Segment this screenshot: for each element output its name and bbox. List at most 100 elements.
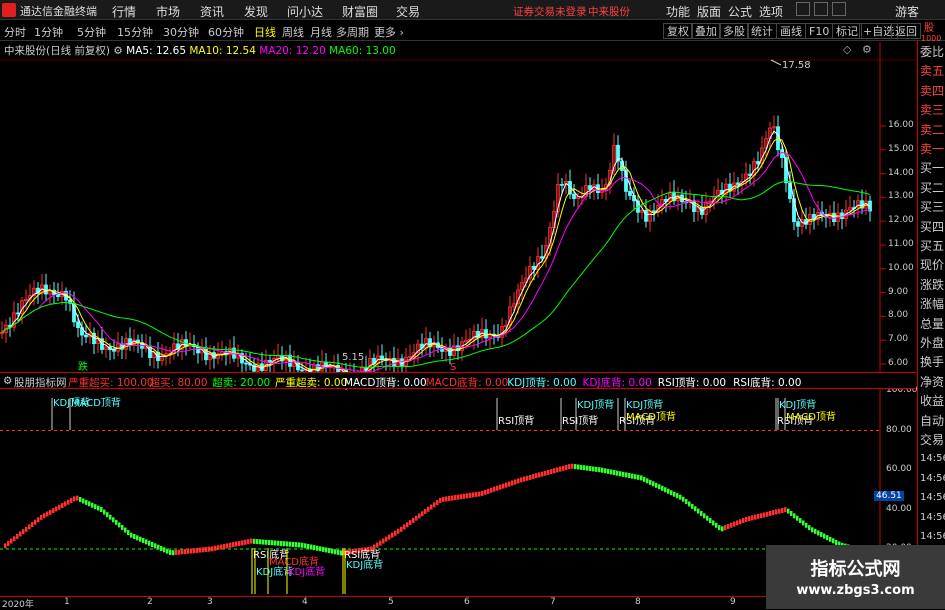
oscillator-bar xyxy=(403,524,406,530)
sidebar-item[interactable]: 买一 xyxy=(920,161,944,175)
oscillator-bar xyxy=(829,536,832,542)
oscillator-bar xyxy=(220,544,223,550)
sidebar-item[interactable]: 净资 xyxy=(920,375,944,389)
oscillator-bar xyxy=(55,506,58,512)
oscillator-bar xyxy=(31,522,34,528)
candle xyxy=(300,369,304,372)
sidebar-item[interactable]: 换手 xyxy=(920,355,944,369)
oscillator-bar xyxy=(586,465,589,471)
chart-canvas[interactable]: 17.585.15跌 SKDJ顶背MACD顶背RSI顶背 RSI顶背KDJ顶背RSI… xyxy=(0,0,916,596)
oscillator-bar xyxy=(652,481,655,487)
oscillator-bar xyxy=(790,510,793,516)
oscillator-bar xyxy=(427,506,430,512)
oscillator-bar xyxy=(580,464,583,470)
oscillator-bar xyxy=(160,546,163,552)
top-signal-label: RSI顶背 xyxy=(562,414,598,427)
oscillator-bar xyxy=(793,513,796,519)
oscillator-bar xyxy=(7,540,10,546)
sidebar-item[interactable]: 卖四 xyxy=(920,84,944,98)
top-signal-label: KDJ顶背 xyxy=(626,398,663,411)
sidebar-item[interactable]: 买二 xyxy=(920,181,944,195)
oscillator-bar xyxy=(379,540,382,546)
oscillator-bar xyxy=(817,530,820,536)
top-signal-label: MACD顶背 xyxy=(626,410,676,423)
oscillator-bar xyxy=(250,538,253,544)
oscillator-bar xyxy=(688,501,691,507)
sidebar-item[interactable]: 卖五 xyxy=(920,64,944,78)
candle xyxy=(736,182,740,185)
oscillator-bar xyxy=(583,465,586,471)
oscillator-bar xyxy=(97,505,100,511)
oscillator-bar xyxy=(259,539,262,545)
sidebar-item[interactable]: 买三 xyxy=(920,200,944,214)
oscillator-bar xyxy=(292,541,295,547)
sidebar-item[interactable]: 现价 xyxy=(920,258,944,272)
oscillator-bar xyxy=(775,509,778,515)
sidebar-item[interactable]: 卖一 xyxy=(920,142,944,156)
oscillator-bar xyxy=(103,509,106,515)
oscillator-bar xyxy=(475,491,478,497)
price-tick: 8.00 xyxy=(888,310,909,321)
watermark-title: 指标公式网 xyxy=(810,559,901,580)
sidebar-item[interactable]: 14:56 xyxy=(920,530,945,544)
sidebar-item[interactable]: 涨跌 xyxy=(920,278,944,292)
oscillator-bar xyxy=(331,548,334,554)
sidebar-item[interactable]: 买四 xyxy=(920,220,944,234)
oscillator-bar xyxy=(439,497,442,503)
oscillator-bar xyxy=(100,507,103,512)
oscillator-bar xyxy=(61,503,64,509)
sidebar-item[interactable]: 卖三 xyxy=(920,103,944,117)
indicator-label: 超卖: 20.00 xyxy=(212,377,271,389)
sidebar-item[interactable]: 总量 xyxy=(920,317,944,331)
oscillator-bar xyxy=(214,545,217,551)
oscillator-bar xyxy=(64,501,67,507)
sidebar-item[interactable]: 14:56 xyxy=(920,472,945,486)
indicator-bar: ⚙ 股朋指标网 严重超买: 100.00 超买: 80.00 超卖: 20.00 严重… xyxy=(0,372,916,389)
sidebar-item[interactable]: 委比 xyxy=(920,45,944,59)
oscillator-bar xyxy=(769,510,772,516)
oscillator-bar xyxy=(166,548,169,554)
oscillator-bar xyxy=(772,510,775,516)
sidebar-item[interactable]: 卖二 xyxy=(920,123,944,137)
oscillator-bar xyxy=(646,478,649,484)
oscillator-bar xyxy=(139,536,142,542)
oscillator-bar xyxy=(424,508,427,514)
sidebar-item[interactable]: 交易 xyxy=(920,433,944,447)
oscillator-bar xyxy=(727,523,730,529)
indicator-label: 严重超买: 100.00 xyxy=(68,377,154,389)
indicator-name[interactable]: 股朋指标网 xyxy=(14,375,67,390)
indicator-gear-icon[interactable]: ⚙ xyxy=(3,375,12,387)
sidebar-item[interactable]: 14:56 xyxy=(920,491,945,505)
sidebar-item[interactable]: 外盘 xyxy=(920,336,944,350)
sidebar-item[interactable]: 收益 xyxy=(920,394,944,408)
oscillator-bar xyxy=(34,519,37,525)
oscillator-bar xyxy=(460,494,463,500)
indicator-label: MACD底背: 0.00 xyxy=(425,377,509,389)
oscillator-bar xyxy=(136,535,139,541)
oscillator-bar xyxy=(298,542,301,548)
oscillator-bar xyxy=(445,496,448,502)
oscillator-bar xyxy=(799,518,802,524)
oscillator-bar xyxy=(316,545,319,551)
sidebar-item[interactable]: 自动 xyxy=(920,414,944,428)
sidebar-item[interactable]: 14:56 xyxy=(920,511,945,525)
oscillator-bar xyxy=(826,535,829,541)
oscillator-bar xyxy=(832,538,835,544)
sidebar-item[interactable]: 买五 xyxy=(920,239,944,253)
oscillator-bar xyxy=(724,525,727,531)
oscillator-bar xyxy=(811,527,814,533)
sidebar-item[interactable]: 14:56 xyxy=(920,452,945,466)
oscillator-bar xyxy=(4,543,7,549)
oscillator-bar xyxy=(52,508,55,514)
sidebar-item[interactable]: 涨幅 xyxy=(920,297,944,311)
oscillator-bar xyxy=(607,468,610,474)
oscillator-bar xyxy=(814,528,817,534)
oscillator-bar xyxy=(466,493,469,499)
oscillator-bar xyxy=(625,472,628,478)
oscillator-bar xyxy=(643,476,646,482)
oscillator-bar xyxy=(169,550,172,556)
oscillator-bar xyxy=(286,541,289,547)
oscillator-bar xyxy=(124,527,127,533)
x-tick: 2 xyxy=(147,597,153,607)
oscillator-bar xyxy=(313,545,316,551)
